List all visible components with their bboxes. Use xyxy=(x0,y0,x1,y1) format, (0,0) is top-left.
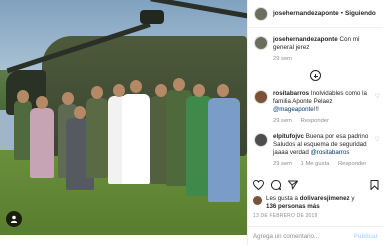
share-icon[interactable] xyxy=(288,180,298,193)
person-head xyxy=(74,106,86,119)
likes-others[interactable]: 136 personas xyxy=(266,203,306,210)
publish-button[interactable]: Publicar xyxy=(354,233,378,240)
comment-mention[interactable]: @rositabarros xyxy=(311,149,350,156)
author-username[interactable]: josehernandezaponte xyxy=(273,10,339,17)
heart-icon[interactable] xyxy=(252,179,265,193)
plus-circle-icon[interactable] xyxy=(310,70,321,81)
comment-username[interactable]: rositabarros xyxy=(273,90,309,97)
post-header: josehernandezaponte • Siguiendo xyxy=(248,0,383,28)
add-comment-bar: Publicar xyxy=(247,226,383,245)
likes-first-user[interactable]: dolivaresjimenez xyxy=(300,195,350,202)
person xyxy=(122,94,150,184)
likes-suffix[interactable]: más xyxy=(307,203,319,210)
comment-time[interactable]: 29 sem xyxy=(273,161,292,167)
comment-mention[interactable]: @mageaponte xyxy=(273,106,314,113)
avatar[interactable] xyxy=(253,196,262,205)
comment-emoji: !!! xyxy=(313,106,319,113)
person-head xyxy=(173,78,185,91)
comment: elpitufojvc Buena por esa padrino Saludo… xyxy=(248,124,383,157)
separator-dot: • xyxy=(340,10,343,17)
heart-icon[interactable]: ♡ xyxy=(375,93,380,100)
caption-username[interactable]: josehernandezaponte xyxy=(273,36,338,43)
avatar[interactable] xyxy=(254,36,268,50)
post-actions xyxy=(252,179,379,193)
likes-conjunction: y xyxy=(351,195,355,202)
person-head xyxy=(130,80,142,93)
person-head xyxy=(217,84,229,97)
person xyxy=(208,98,240,202)
person-head xyxy=(17,90,29,103)
avatar[interactable] xyxy=(254,90,268,104)
person-head xyxy=(193,84,205,97)
bookmark-icon[interactable] xyxy=(370,179,379,193)
caption: josehernandezaponte Con mi general jerez xyxy=(248,28,383,52)
user-icon xyxy=(10,215,18,223)
comment-input[interactable] xyxy=(253,232,354,240)
comment-text: elpitufojvc Buena por esa padrino Saludo… xyxy=(273,133,379,157)
post-photo[interactable] xyxy=(0,0,247,235)
comment-icon[interactable] xyxy=(271,179,282,193)
following-button[interactable]: Siguiendo xyxy=(345,10,376,17)
comment-username[interactable]: elpitufojvc xyxy=(273,133,304,140)
person-head xyxy=(36,96,48,109)
avatar[interactable] xyxy=(254,6,268,21)
comment-likes[interactable]: 1 Me gusta xyxy=(301,161,330,167)
comment-text: rositabarros Inolvidables como la famili… xyxy=(273,90,379,114)
person xyxy=(30,108,54,178)
reply-button[interactable]: Responder xyxy=(338,161,366,167)
likes-text: Les gusta a dolivaresjimenez y 136 perso… xyxy=(266,195,354,210)
comment-meta: 29 sem 1 Me gusta Responder xyxy=(248,157,383,167)
load-more-comments[interactable] xyxy=(248,70,383,81)
person-head xyxy=(91,86,103,99)
heart-icon[interactable]: ♡ xyxy=(375,136,380,143)
avatar[interactable] xyxy=(254,133,268,147)
likes-prefix: Les gusta a xyxy=(266,195,298,202)
post-date[interactable]: 13 DE FEBRERO DE 2019 xyxy=(253,213,318,219)
person-head xyxy=(62,92,74,105)
likes-summary: Les gusta a dolivaresjimenez y 136 perso… xyxy=(253,195,354,210)
rotor-hub xyxy=(140,10,164,24)
caption-time[interactable]: 29 sem xyxy=(273,56,292,62)
caption-text: josehernandezaponte Con mi general jerez xyxy=(273,36,379,52)
person xyxy=(86,98,108,178)
comment-meta: 29 sem Responder xyxy=(248,114,383,124)
caption-meta: 29 sem xyxy=(248,52,383,62)
comment: rositabarros Inolvidables como la famili… xyxy=(248,81,383,114)
tagged-users-button[interactable] xyxy=(6,211,22,227)
